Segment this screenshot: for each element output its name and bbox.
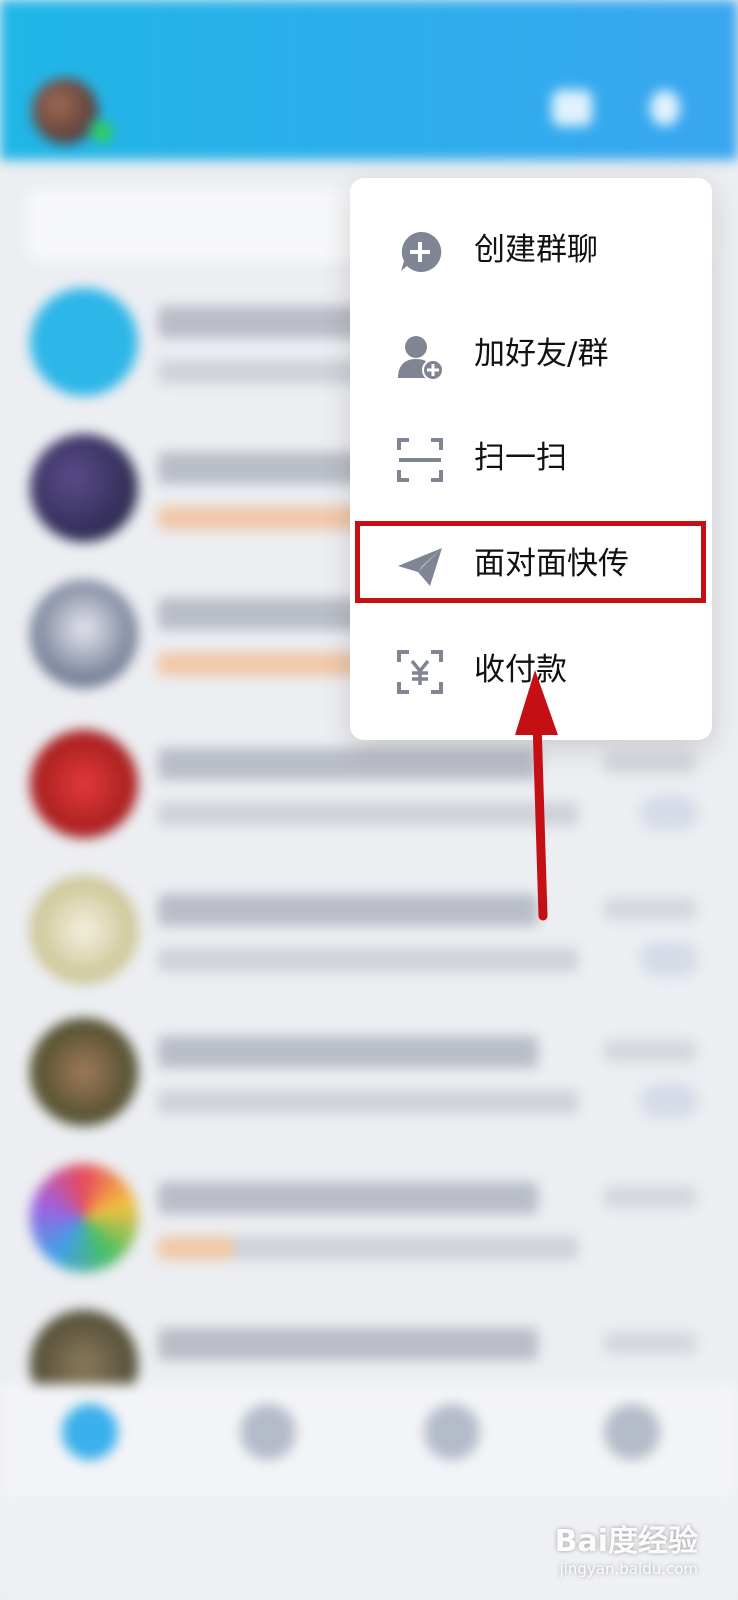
chat-preview <box>158 1236 578 1260</box>
chat-name <box>158 748 538 780</box>
watermark-url: jingyan.baidu.com <box>559 1560 698 1578</box>
highlight-box <box>355 521 706 603</box>
avatar <box>30 288 138 396</box>
avatar <box>30 434 138 542</box>
chat-time <box>604 1040 696 1062</box>
chat-name <box>158 1036 538 1068</box>
avatar <box>30 580 138 688</box>
chat-time <box>604 1332 696 1354</box>
menu-item-create-group-chat[interactable]: 创建群聊 <box>350 198 712 302</box>
menu-item-scan[interactable]: 扫一扫 <box>350 406 712 510</box>
avatar <box>30 1018 138 1126</box>
mute-badge <box>640 796 698 830</box>
chat-list-item[interactable] <box>0 1000 738 1146</box>
tab-messages[interactable] <box>62 1404 118 1460</box>
plus-icon[interactable] <box>650 90 680 126</box>
online-status-icon <box>88 118 116 146</box>
chat-list-item[interactable] <box>0 1146 738 1292</box>
plus-dropdown-menu: 创建群聊 加好友/群 扫一扫 面对面快传 收付款 <box>350 178 712 740</box>
chat-time <box>604 1186 696 1208</box>
chat-name <box>158 1328 538 1360</box>
menu-item-label: 收付款 <box>474 652 567 688</box>
avatar <box>30 876 138 984</box>
payment-qr-icon <box>397 650 443 694</box>
menu-item-payment[interactable]: 收付款 <box>350 618 712 722</box>
tab-discover[interactable] <box>424 1404 480 1460</box>
create-group-chat-icon <box>401 231 442 272</box>
menu-item-label: 扫一扫 <box>474 440 567 476</box>
chat-preview <box>158 948 578 972</box>
tab-me[interactable] <box>604 1404 660 1460</box>
menu-item-add-friend[interactable]: 加好友/群 <box>350 302 712 406</box>
avatar <box>30 1164 138 1272</box>
chat-time <box>604 752 696 774</box>
camera-icon[interactable] <box>552 90 592 126</box>
watermark-brand: Bai度经验 <box>554 1524 698 1559</box>
add-friend-icon <box>398 336 444 380</box>
tab-contacts[interactable] <box>240 1404 296 1460</box>
bottom-tab-bar <box>0 1384 738 1494</box>
menu-item-label: 加好友/群 <box>474 336 609 372</box>
chat-preview <box>158 802 578 826</box>
header-bar <box>0 0 738 160</box>
baidu-jingyan-watermark: Bai度经验 jingyan.baidu.com <box>555 1516 698 1578</box>
menu-item-label: 创建群聊 <box>474 232 598 268</box>
avatar <box>30 730 138 838</box>
chat-list-item[interactable] <box>0 858 738 1004</box>
mute-badge <box>640 1084 698 1118</box>
chat-name <box>158 1182 538 1214</box>
chat-time <box>604 898 696 920</box>
mute-badge <box>640 942 698 976</box>
chat-name <box>158 894 538 926</box>
scan-icon <box>397 438 443 482</box>
chat-preview <box>158 1090 578 1114</box>
